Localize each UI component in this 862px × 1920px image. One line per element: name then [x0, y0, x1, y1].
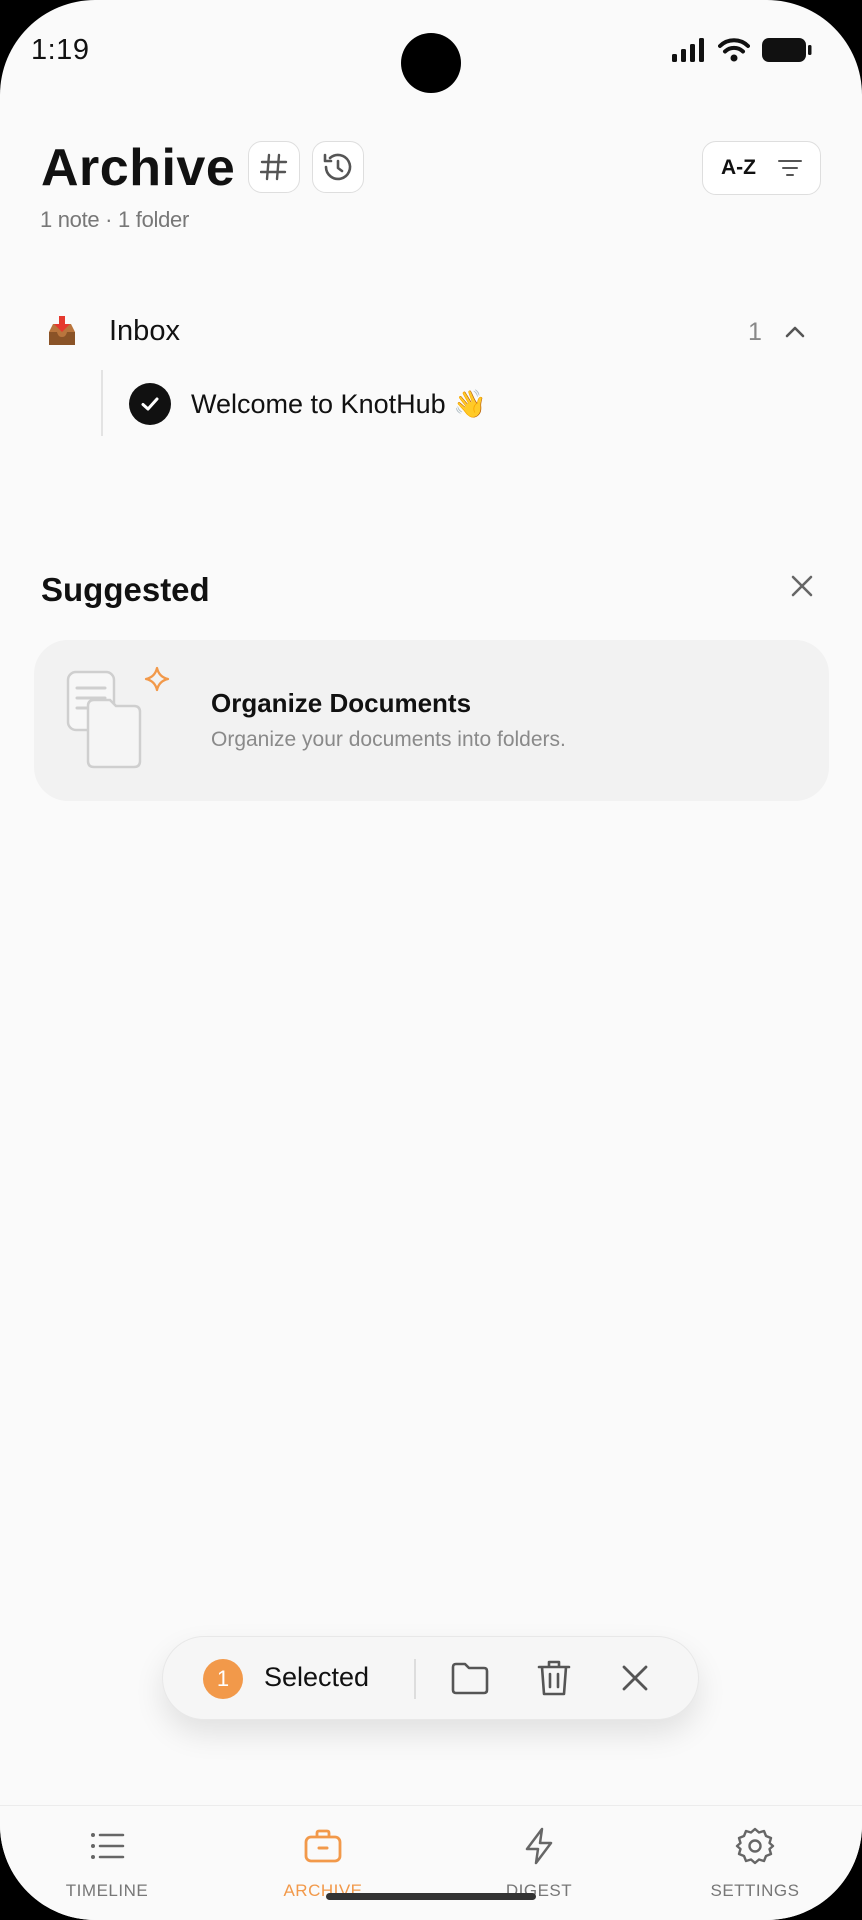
- signal-icon: [672, 38, 704, 62]
- close-icon[interactable]: [788, 572, 816, 600]
- gear-icon: [735, 1827, 775, 1865]
- briefcase-icon: [304, 1829, 342, 1863]
- tab-digest[interactable]: DIGEST: [449, 1806, 629, 1920]
- tab-label: TIMELINE: [65, 1881, 149, 1900]
- bottom-tab-bar: TIMELINE ARCHIVE DIGEST SETTINGS: [0, 1805, 862, 1920]
- chevron-up-icon[interactable]: [783, 320, 807, 344]
- tab-label: SETTINGS: [710, 1881, 800, 1900]
- selected-check-icon[interactable]: [129, 383, 171, 425]
- tab-settings[interactable]: SETTINGS: [665, 1806, 845, 1920]
- page-title: Archive: [41, 139, 236, 197]
- note-title[interactable]: Welcome to KnotHub 👋: [191, 388, 487, 420]
- lightning-icon: [525, 1827, 553, 1865]
- status-bar: 1:19: [0, 0, 862, 100]
- suggestion-card[interactable]: Organize Documents Organize your documen…: [34, 640, 829, 801]
- tags-button[interactable]: [248, 141, 300, 193]
- folder-note-count: 1: [748, 318, 762, 346]
- documents-folder-illustration-icon: [66, 666, 170, 769]
- close-selection-icon[interactable]: [614, 1657, 656, 1699]
- tab-archive[interactable]: ARCHIVE: [233, 1806, 413, 1920]
- history-button[interactable]: [312, 141, 364, 193]
- suggestion-title: Organize Documents: [211, 688, 472, 718]
- sort-button[interactable]: A-Z: [702, 141, 821, 195]
- status-time: 1:19: [31, 34, 90, 66]
- move-to-folder-icon[interactable]: [449, 1657, 491, 1699]
- system-icons: [672, 37, 812, 63]
- home-indicator: [326, 1893, 536, 1900]
- wifi-icon: [718, 38, 750, 62]
- tree-connector: [101, 370, 103, 436]
- history-icon: [323, 153, 352, 181]
- filter-lines-icon: [778, 160, 802, 176]
- phone-screen: 1:19 Archive A-Z 1 note · 1 folder Inbox…: [0, 0, 862, 1920]
- selection-action-bar: 1 Selected: [162, 1636, 699, 1720]
- battery-icon: [762, 38, 812, 62]
- tab-timeline[interactable]: TIMELINE: [17, 1806, 197, 1920]
- list-icon: [91, 1833, 125, 1859]
- front-camera: [401, 33, 461, 93]
- inbox-tray-icon: [49, 316, 75, 345]
- selection-count-badge: 1: [203, 1659, 243, 1699]
- suggestion-description: Organize your documents into folders.: [211, 728, 566, 751]
- hashtag-icon: [260, 153, 288, 181]
- suggested-heading: Suggested: [41, 571, 210, 608]
- selection-label: Selected: [264, 1662, 370, 1692]
- sort-label: A-Z: [721, 156, 756, 179]
- trash-icon[interactable]: [533, 1657, 575, 1699]
- folder-name: Inbox: [109, 315, 180, 347]
- archive-summary: 1 note · 1 folder: [40, 207, 189, 232]
- divider: [414, 1659, 416, 1699]
